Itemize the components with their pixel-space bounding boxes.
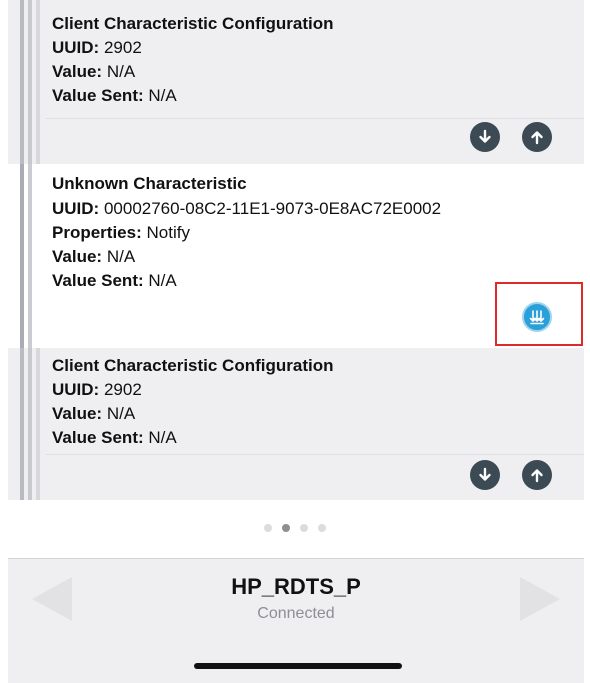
page-dot[interactable] [300,524,308,532]
write-icon [531,131,543,145]
device-footer: HP_RDTS_P Connected [8,558,584,683]
write-button[interactable] [522,460,552,490]
read-icon [479,129,491,143]
next-arrow-icon[interactable] [520,577,560,621]
page-indicator[interactable] [0,524,590,532]
properties-row: Properties: Notify [52,223,190,242]
read-icon [479,467,491,481]
divider [46,118,584,119]
uuid-row: UUID: 00002760-08C2-11E1-9073-0E8AC72E00… [52,199,442,218]
write-icon [531,469,543,483]
value-sent-row: Value Sent: N/A [52,271,177,290]
page-dot[interactable] [264,524,272,532]
hierarchy-bars [20,348,44,500]
descriptor-card: Client Characteristic Configuration UUID… [8,348,584,500]
notify-icon [529,310,545,325]
device-name: HP_RDTS_P [231,574,361,599]
read-button[interactable] [470,460,500,490]
uuid-row: UUID: 2902 [52,380,142,399]
notify-button[interactable] [522,302,552,332]
divider [46,454,584,455]
hierarchy-bars [20,0,44,164]
value-sent-row: Value Sent: N/A [52,428,177,447]
descriptor-card: Client Characteristic Configuration UUID… [8,0,584,164]
characteristic-card: Unknown Characteristic UUID: 00002760-08… [8,164,584,348]
read-button[interactable] [470,122,500,152]
value-sent-row: Value Sent: N/A [52,86,177,105]
value-row: Value: N/A [52,62,136,81]
value-row: Value: N/A [52,404,136,423]
write-button[interactable] [522,122,552,152]
page-dot[interactable] [318,524,326,532]
home-indicator[interactable] [194,663,402,669]
connection-status: Connected [257,605,335,622]
page-dot-active[interactable] [282,524,290,532]
descriptor-title: Client Characteristic Configuration [52,14,334,33]
characteristic-title: Unknown Characteristic [52,174,247,193]
hierarchy-bars [20,164,44,348]
descriptor-title: Client Characteristic Configuration [52,356,334,375]
uuid-row: UUID: 2902 [52,38,142,57]
value-row: Value: N/A [52,247,136,266]
